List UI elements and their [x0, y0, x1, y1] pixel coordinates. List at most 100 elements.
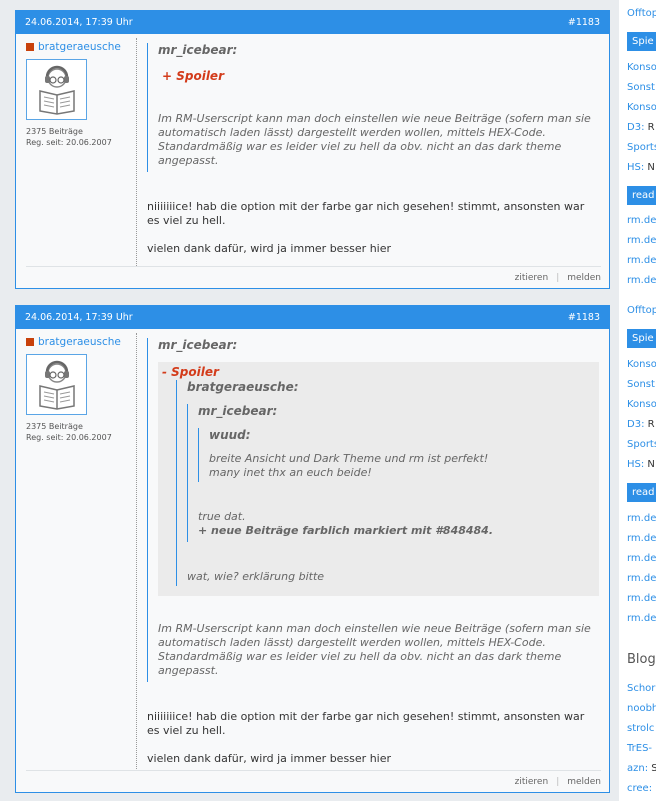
sidebar-entry[interactable]: D3: R [627, 419, 655, 430]
username: bratgeraeusche [38, 41, 121, 53]
sidebar-link[interactable]: rm.de [627, 593, 656, 604]
sidebar-link[interactable]: Offtop [627, 8, 656, 19]
post-date: 24.06.2014, 17:39 Uhr [25, 312, 133, 323]
quote-author: mr_icebear: [198, 404, 278, 418]
sidebar: Offtop Spie Konso Sonst Konso D3: R Sports HS: … [619, 0, 656, 801]
avatar[interactable] [26, 59, 87, 120]
sidebar-entry-prefix[interactable]: HS: [627, 459, 644, 470]
sidebar-link[interactable]: rm.de [627, 255, 656, 266]
sidebar-entry-text: S [651, 763, 656, 774]
sidebar-link[interactable]: Schor [627, 683, 655, 694]
sidebar-link[interactable]: Sports [627, 142, 656, 153]
sidebar-link[interactable]: Offtop [627, 305, 656, 316]
sidebar-link[interactable]: Konso [627, 359, 656, 370]
post-header: 24.06.2014, 17:39 Uhr #1183 [16, 306, 609, 329]
user-panel: bratgeraeusche 2375 Beiträge Reg. seit: … [16, 329, 136, 769]
registration-date: Reg. seit: 20.06.2007 [26, 433, 112, 442]
reader-avatar-icon [38, 65, 75, 115]
sidebar-section-header[interactable]: read [627, 483, 656, 502]
sidebar-section-header[interactable]: read [627, 186, 656, 205]
avatar[interactable] [26, 354, 87, 415]
thread-page: 24.06.2014, 17:39 Uhr #1183 bratgeraeusc… [0, 0, 656, 801]
sidebar-entry-text: R [644, 122, 655, 133]
quote-author: wuud: [209, 428, 251, 442]
quote-text: true dat. [198, 510, 246, 523]
sidebar-section-header[interactable]: Spie [627, 329, 656, 348]
reply-text: vielen dank dafür, wird ja immer besser … [147, 242, 392, 255]
nested-quote: mr_icebear: wuud: breite Ansicht und Dar… [187, 404, 593, 542]
sidebar-entry[interactable]: HS: N [627, 162, 655, 173]
sidebar-entry-text: N [644, 162, 655, 173]
quote-author: mr_icebear: [158, 43, 238, 57]
report-button[interactable]: melden [567, 273, 601, 283]
sidebar-link[interactable]: noobh [627, 703, 656, 714]
username-link[interactable]: bratgeraeusche [26, 336, 136, 348]
sidebar-link[interactable]: rm.de [627, 613, 656, 624]
quote-author: mr_icebear: [158, 338, 238, 352]
quote-button[interactable]: zitieren [515, 273, 549, 283]
sidebar-link[interactable]: strolc [627, 723, 654, 734]
sidebar-link[interactable]: Konso [627, 399, 656, 410]
post: 24.06.2014, 17:39 Uhr #1183 bratgeraeusc… [15, 10, 610, 289]
spoiler-toggle[interactable]: - Spoiler [162, 365, 593, 379]
quote-text: wat, wie? erklärung bitte [187, 570, 325, 583]
quote-text: Im RM-Userscript kann man doch einstelle… [158, 112, 591, 167]
sidebar-entry-text: R [644, 419, 655, 430]
sidebar-link[interactable]: Konso [627, 102, 656, 113]
nested-quote: bratgeraeusche: mr_icebear: wuud: breite… [176, 380, 593, 586]
sidebar-entry-prefix[interactable]: D3: [627, 122, 644, 133]
post-message: mr_icebear: - Spoiler bratgeraeusche: mr… [136, 333, 609, 769]
post-footer: zitieren | melden [26, 770, 601, 792]
registration-date: Reg. seit: 20.06.2007 [26, 138, 112, 147]
sidebar-entry[interactable]: azn: S [627, 763, 656, 774]
post-count: 2375 Beiträge [26, 422, 83, 431]
sidebar-link[interactable]: Sports [627, 439, 656, 450]
spoiler-content: - Spoiler bratgeraeusche: mr_icebear: wu… [158, 362, 599, 596]
sidebar-link[interactable]: Konso [627, 62, 656, 73]
sidebar-link[interactable]: rm.de [627, 533, 656, 544]
post-number[interactable]: #1183 [568, 17, 600, 28]
post-count: 2375 Beiträge [26, 127, 83, 136]
sidebar-link[interactable]: Sonst [627, 379, 655, 390]
offline-status-icon [26, 43, 34, 51]
username-link[interactable]: bratgeraeusche [26, 41, 136, 53]
sidebar-entry[interactable]: HS: N [627, 459, 655, 470]
sidebar-title: Blog- [627, 652, 656, 667]
quote-text: Im RM-Userscript kann man doch einstelle… [158, 622, 591, 677]
post-header: 24.06.2014, 17:39 Uhr #1183 [16, 11, 609, 34]
quote-block: mr_icebear: + Spoiler Im RM-Userscript k… [147, 43, 599, 172]
sidebar-link[interactable]: rm.de [627, 215, 656, 226]
reader-avatar-icon [38, 360, 75, 410]
post-date: 24.06.2014, 17:39 Uhr [25, 17, 133, 28]
sidebar-link[interactable]: rm.de [627, 275, 656, 286]
quote-author: bratgeraeusche: [187, 380, 299, 394]
sidebar-link[interactable]: rm.de [627, 235, 656, 246]
sidebar-entry-text: N [644, 459, 655, 470]
sidebar-link[interactable]: TrES- [627, 743, 652, 754]
sidebar-entry-prefix[interactable]: D3: [627, 419, 644, 430]
sidebar-entry-prefix[interactable]: HS: [627, 162, 644, 173]
offline-status-icon [26, 338, 34, 346]
report-button[interactable]: melden [567, 777, 601, 787]
sidebar-entry-prefix[interactable]: cree: [627, 783, 652, 794]
username: bratgeraeusche [38, 336, 121, 348]
sidebar-entry[interactable]: cree: [627, 783, 652, 794]
sidebar-section-header[interactable]: Spie [627, 32, 656, 51]
post-number[interactable]: #1183 [568, 312, 600, 323]
sidebar-entry-prefix[interactable]: azn: [627, 763, 648, 774]
reply-text: niiiiiiice! hab die option mit der farbe… [147, 200, 585, 227]
quote-button[interactable]: zitieren [515, 777, 549, 787]
reply-text: niiiiiiice! hab die option mit der farbe… [147, 710, 585, 737]
sidebar-entry[interactable]: D3: R [627, 122, 655, 133]
post-footer: zitieren | melden [26, 266, 601, 288]
quote-text: + neue Beiträge farblich markiert mit #8… [198, 524, 494, 537]
quote-block: mr_icebear: - Spoiler bratgeraeusche: mr… [147, 338, 599, 682]
quote-text: breite Ansicht und Dark Theme und rm ist… [209, 452, 489, 479]
sidebar-link[interactable]: rm.de [627, 553, 656, 564]
post-message: mr_icebear: + Spoiler Im RM-Userscript k… [136, 38, 609, 266]
sidebar-link[interactable]: Sonst [627, 82, 655, 93]
spoiler-toggle[interactable]: + Spoiler [162, 69, 599, 83]
reply-text: vielen dank dafür, wird ja immer besser … [147, 752, 392, 765]
sidebar-link[interactable]: rm.de [627, 573, 656, 584]
sidebar-link[interactable]: rm.de [627, 513, 656, 524]
